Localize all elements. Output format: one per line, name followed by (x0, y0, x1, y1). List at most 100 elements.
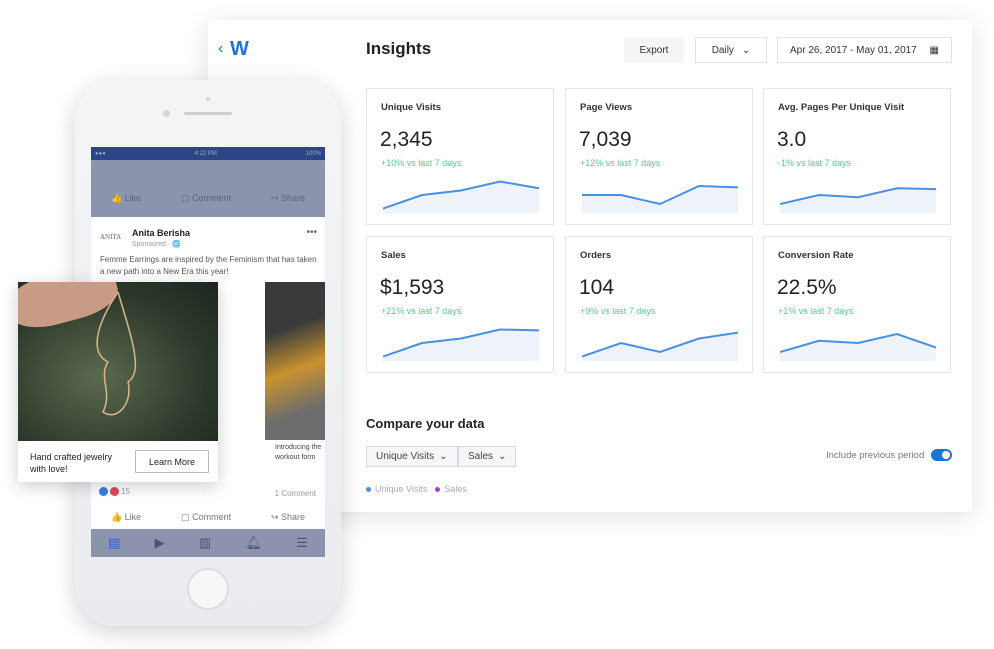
chevron-down-icon: ⌄ (439, 451, 448, 462)
phone-sensor (206, 97, 210, 101)
post-actions: 👍 Like ▢ Comment ↪ Share (91, 512, 325, 523)
metric-value: 7,039 (579, 128, 632, 151)
sponsored-label: Sponsored · 🌐 (132, 240, 181, 248)
compare-legend: Unique Visits Sales (366, 484, 467, 494)
sparkline (582, 331, 738, 361)
like-label: Like (124, 193, 142, 203)
like-label: Like (124, 512, 142, 522)
metric-change: +12% vs last 7 days (580, 158, 661, 168)
page-logo: ANITA (100, 233, 122, 241)
metric-label: Avg. Pages Per Unique Visit (778, 102, 905, 113)
like-button[interactable]: 👍 Like (111, 193, 141, 204)
status-bar: ●●● 4:22 PM 100% (91, 147, 325, 160)
phone-speaker (184, 112, 232, 115)
comment-label: Comment (192, 193, 232, 203)
weebly-logo[interactable]: W (230, 38, 249, 61)
globe-icon: 🌐 (172, 241, 181, 248)
include-previous-label: Include previous period (826, 450, 925, 461)
share-button[interactable]: ↪ Share (271, 512, 305, 523)
date-range-value: Apr 26, 2017 - May 01, 2017 (790, 44, 917, 56)
date-range-picker[interactable]: Apr 26, 2017 - May 01, 2017 ▦ (777, 37, 952, 63)
sparkline-area (780, 334, 936, 361)
tab-bar: ▤ ▶ ▥ 🔔︎ ☰ (91, 529, 325, 557)
comment-count[interactable]: 1 Comment (275, 489, 316, 498)
signal-icon: ●●● (95, 150, 106, 157)
page-title: Insights (366, 39, 432, 58)
notifications-icon[interactable]: 🔔︎ (245, 535, 262, 551)
sparkline (780, 187, 936, 213)
sparkline-area (582, 186, 738, 213)
carousel-card-2[interactable] (265, 282, 325, 440)
carousel-caption-2: Introducing the workout form (275, 444, 322, 461)
share-button[interactable]: ↪ Share (271, 193, 305, 204)
previous-post-actions: 👍 Like ▢ Comment ↪ Share (91, 160, 325, 217)
sparkline-area (780, 188, 936, 213)
ad-card[interactable]: Hand crafted jewelry with love! Learn Mo… (18, 282, 218, 482)
back-chevron-icon[interactable]: ‹ (218, 40, 223, 58)
export-button[interactable]: Export (624, 37, 684, 63)
sparkline-area (383, 181, 539, 213)
metric-change: +9% vs last 7 days (580, 306, 656, 316)
learn-more-button[interactable]: Learn More (135, 450, 209, 473)
news-feed-icon[interactable]: ▤ (108, 535, 120, 551)
share-label: Share (281, 193, 306, 203)
home-button[interactable] (187, 568, 229, 610)
metric-value: 22.5% (777, 276, 837, 299)
legend-label: Unique Visits (375, 484, 428, 494)
metric-card[interactable]: Avg. Pages Per Unique Visit 3.0 -1% vs las… (763, 88, 951, 225)
phone-camera (163, 110, 170, 117)
reactions[interactable]: 15 (99, 487, 130, 496)
comment-button[interactable]: ▢ Comment (181, 193, 231, 204)
ad-caption: Hand crafted jewelry with love! (30, 452, 113, 474)
sparkline (582, 184, 738, 213)
compare-title: Compare your data (366, 416, 485, 431)
menu-icon[interactable]: ☰ (296, 535, 308, 551)
metric-label: Conversion Rate (778, 250, 854, 261)
sparkline (780, 332, 936, 361)
sponsored-text: Sponsored · (132, 241, 173, 248)
sparkline (383, 328, 539, 361)
metric-card[interactable]: Conversion Rate 22.5% +1% vs last 7 days (763, 236, 951, 373)
sparkline (383, 180, 539, 213)
comment-label: Comment (192, 512, 232, 522)
metric-value: 3.0 (777, 128, 807, 151)
metric-card[interactable]: Orders 104 +9% vs last 7 days (565, 236, 753, 373)
more-options-icon[interactable]: ••• (306, 227, 317, 238)
metric-card[interactable]: Unique Visits 2,345 +10% vs last 7 days (366, 88, 554, 225)
metric-card[interactable]: Page Views 7,039 +12% vs last 7 days (565, 88, 753, 225)
like-reaction-icon (99, 487, 108, 496)
carousel-image-2 (265, 282, 325, 440)
metric-value: 104 (579, 276, 615, 299)
watch-icon[interactable]: ▶ (155, 535, 165, 551)
compare-metric-1-dropdown[interactable]: Unique Visits ⌄ (366, 446, 458, 467)
metric-card[interactable]: Sales $1,593 +21% vs last 7 days (366, 236, 554, 373)
metric-change: -1% vs last 7 days (778, 158, 852, 168)
select-value: Unique Visits (376, 451, 435, 462)
status-battery: 100% (305, 150, 321, 157)
include-previous-toggle[interactable] (931, 449, 952, 461)
comment-button[interactable]: ▢ Comment (181, 512, 231, 523)
status-time: 4:22 PM (194, 150, 217, 157)
metric-label: Unique Visits (381, 102, 442, 113)
ad-image (18, 282, 218, 441)
compare-metric-2-dropdown[interactable]: Sales ⌄ (458, 446, 517, 467)
like-button[interactable]: 👍 Like (111, 512, 141, 523)
share-label: Share (281, 512, 306, 522)
select-value: Sales (468, 451, 494, 462)
love-reaction-icon (110, 487, 119, 496)
legend-label: Sales (444, 484, 467, 494)
interval-value: Daily (711, 44, 734, 56)
metric-value: $1,593 (380, 276, 445, 299)
metric-value: 2,345 (380, 128, 433, 151)
interval-dropdown[interactable]: Daily ⌄ (695, 37, 767, 63)
marketplace-icon[interactable]: ▥ (199, 535, 211, 551)
post-author[interactable]: Anita Berisha (132, 228, 190, 238)
metric-label: Page Views (580, 102, 633, 113)
calendar-icon: ▦ (929, 44, 939, 56)
metric-change: +1% vs last 7 days (778, 306, 854, 316)
metric-label: Orders (580, 250, 612, 261)
reaction-count: 15 (121, 487, 130, 496)
metric-label: Sales (381, 250, 406, 261)
post-text: Femme Earrings are inspired by the Femin… (100, 255, 317, 276)
metric-change: +10% vs last 7 days (381, 158, 462, 168)
